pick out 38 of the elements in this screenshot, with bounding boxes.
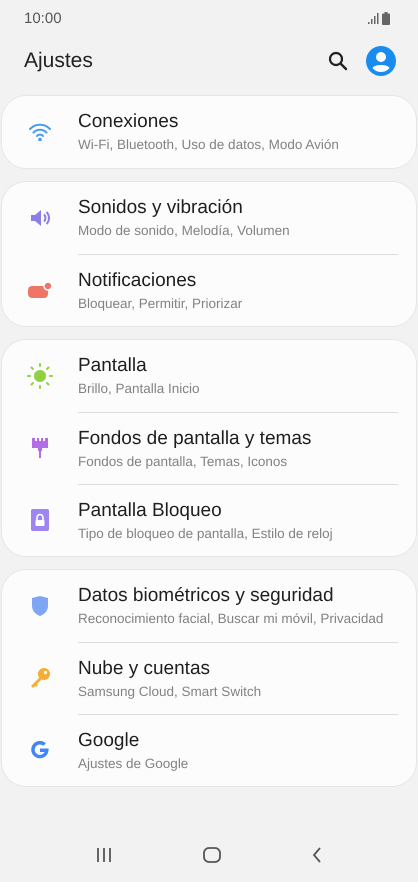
settings-item[interactable]: Datos biométricos y seguridad Reconocimiento facial, Buscar mi móvil, Privacidad — [2, 570, 416, 642]
settings-item[interactable]: Nube y cuentas Samsung Cloud, Smart Switch — [2, 642, 416, 714]
settings-item[interactable]: Sonidos y vibración Modo de sonido, Melodía, Volumen — [2, 182, 416, 254]
account-button[interactable] — [366, 46, 396, 76]
item-title: Datos biométricos y seguridad — [78, 584, 335, 608]
back-icon — [312, 847, 322, 863]
settings-item[interactable]: Notificaciones Bloquear, Permitir, Priorizar — [2, 254, 416, 326]
item-subtitle: Fondos de pantalla, Temas, Iconos — [78, 452, 288, 470]
settings-item[interactable]: Conexiones Wi-Fi, Bluetooth, Uso de datos, Modo Avión — [2, 96, 416, 168]
item-title: Sonidos y vibración — [78, 196, 244, 220]
search-icon — [328, 51, 348, 71]
item-subtitle: Wi-Fi, Bluetooth, Uso de datos, Modo Avión — [78, 136, 340, 154]
item-title: Fondos de pantalla y temas — [78, 426, 312, 450]
item-subtitle: Tipo de bloqueo de pantalla, Estilo de reloj — [78, 524, 334, 542]
home-icon — [202, 847, 221, 863]
item-title: Notificaciones — [78, 268, 198, 292]
signal-icon — [367, 12, 379, 24]
search-button[interactable] — [328, 51, 348, 71]
battery-icon — [382, 12, 390, 24]
item-subtitle: Brillo, Pantalla Inicio — [78, 380, 201, 398]
item-title: Conexiones — [78, 110, 180, 134]
settings-item[interactable]: Google Ajustes de Google — [2, 714, 416, 786]
clock: 10:00 — [24, 10, 62, 26]
settings-item[interactable]: Fondos de pantalla y temas Fondos de pantalla, Temas, Iconos — [2, 412, 416, 484]
page-title: Ajustes — [24, 49, 94, 73]
item-subtitle: Samsung Cloud, Smart Switch — [78, 682, 262, 700]
avatar-icon — [366, 46, 396, 76]
item-subtitle: Modo de sonido, Melodía, Volumen — [78, 222, 291, 240]
recents-icon — [96, 848, 112, 862]
item-subtitle: Ajustes de Google — [78, 754, 190, 772]
item-title: Nube y cuentas — [78, 656, 212, 680]
item-title: Pantalla — [78, 354, 148, 378]
item-subtitle: Reconocimiento facial, Buscar mi móvil, Privacidad — [78, 610, 384, 628]
item-title: Google — [78, 728, 140, 752]
settings-item[interactable]: Pantalla Brillo, Pantalla Inicio — [2, 340, 416, 412]
item-title: Pantalla Bloqueo — [78, 498, 223, 522]
settings-item[interactable]: Pantalla Bloqueo Tipo de bloqueo de pantalla, Estilo de reloj — [2, 484, 416, 556]
item-subtitle: Bloquear, Permitir, Priorizar — [78, 294, 244, 312]
